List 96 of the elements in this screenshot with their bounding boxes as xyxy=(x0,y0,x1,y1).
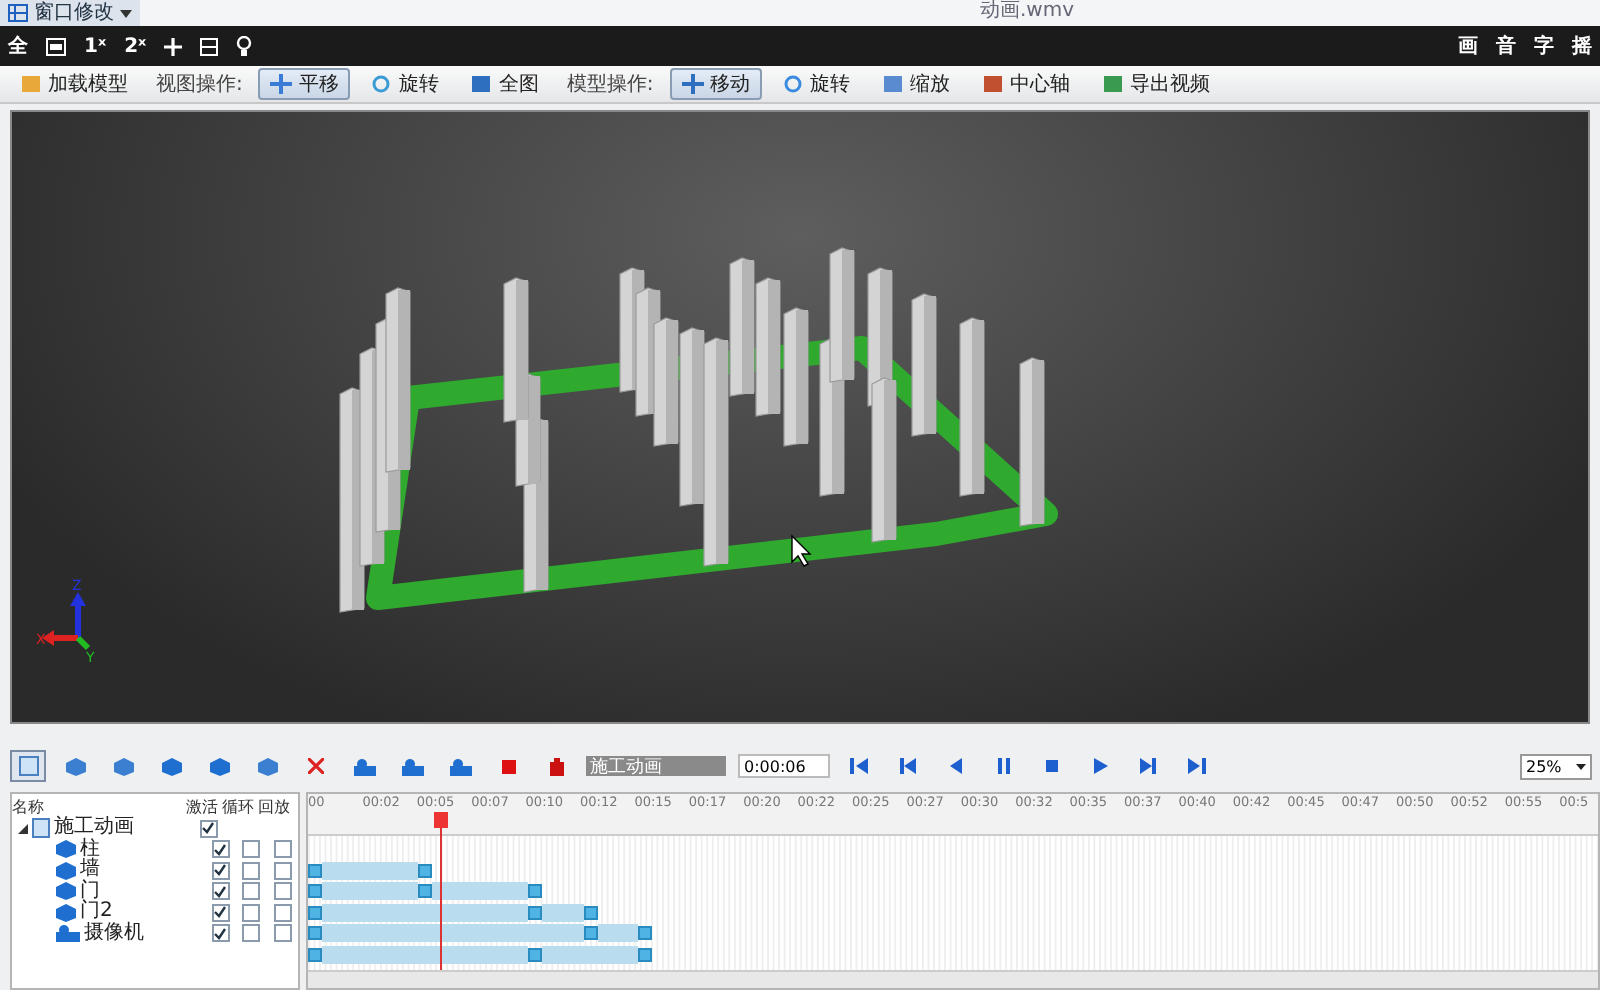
keyframe-marker[interactable] xyxy=(308,863,322,877)
camera-icon xyxy=(401,757,423,775)
screen-icon[interactable] xyxy=(46,37,66,55)
toolbar-button[interactable]: 移动 xyxy=(669,68,762,100)
quick-toolbar-item[interactable]: 2ˣ xyxy=(124,35,147,57)
column-header: 名称 xyxy=(12,795,44,817)
time-field[interactable]: 0:00:06 xyxy=(738,754,830,778)
plus-icon[interactable] xyxy=(164,37,183,55)
checkbox[interactable] xyxy=(211,924,230,943)
keyframe-marker[interactable] xyxy=(638,947,653,961)
toolbar-button[interactable]: 旋转 xyxy=(358,68,451,100)
quick-toolbar-item[interactable]: 摇 xyxy=(1572,32,1592,60)
mouse-pointer-icon xyxy=(791,534,812,567)
fit-view-icon xyxy=(470,74,493,94)
rotate-icon xyxy=(370,74,393,94)
cube-icon xyxy=(258,757,278,775)
quick-toolbar-item[interactable]: 音 xyxy=(1496,32,1516,60)
checkbox[interactable] xyxy=(273,924,292,943)
cube-icon xyxy=(66,757,86,775)
tree-item-label[interactable]: 摄像机 xyxy=(84,923,144,944)
camera-icon xyxy=(449,757,471,775)
checkbox[interactable] xyxy=(273,882,292,901)
checkbox[interactable] xyxy=(211,903,230,922)
keyframe-marker[interactable] xyxy=(528,884,543,898)
lightbulb-icon[interactable] xyxy=(236,36,253,56)
pause-icon xyxy=(994,758,1014,774)
checkbox[interactable] xyxy=(273,840,292,859)
keyframe-marker[interactable] xyxy=(308,884,322,898)
toolbar-button[interactable]: 中心轴 xyxy=(969,68,1082,100)
document-icon xyxy=(17,756,39,776)
tree-item-label[interactable]: 施工动画 xyxy=(54,818,134,839)
pan-icon xyxy=(270,74,293,94)
checkbox[interactable] xyxy=(211,861,230,880)
playhead-line xyxy=(440,828,443,970)
checkbox[interactable] xyxy=(242,840,261,859)
tree-item-label[interactable]: 门2 xyxy=(80,902,113,923)
window-menu[interactable]: 窗口修改 xyxy=(0,0,140,26)
checkbox[interactable] xyxy=(273,861,292,880)
window-title: 动画.wmv xyxy=(980,0,1075,24)
keyframe-marker[interactable] xyxy=(528,947,543,961)
quick-toolbar-item[interactable]: 画 xyxy=(1458,32,1478,60)
keyframe-marker[interactable] xyxy=(528,905,543,919)
keyframe-marker[interactable] xyxy=(308,926,322,940)
scale-icon xyxy=(881,74,904,94)
document-icon xyxy=(32,818,50,839)
toolbar-button[interactable]: 旋转 xyxy=(769,68,862,100)
axis-icon xyxy=(981,74,1004,94)
checkbox[interactable] xyxy=(199,819,217,838)
keyframe-marker[interactable] xyxy=(308,947,322,961)
quick-toolbar-item[interactable]: 字 xyxy=(1534,32,1554,60)
stop-icon xyxy=(1042,758,1062,774)
stop-icon xyxy=(501,759,515,773)
checkbox[interactable] xyxy=(211,840,230,859)
zoom-dropdown[interactable]: 25% xyxy=(1520,753,1592,779)
caret-icon xyxy=(120,9,132,17)
toolbar-label: 模型操作: xyxy=(564,71,656,98)
column-header: 回放 xyxy=(258,795,290,817)
column-header: 循环 xyxy=(222,795,254,817)
checkbox[interactable] xyxy=(242,903,261,922)
camera-icon xyxy=(353,757,375,775)
toolbar-button[interactable]: 全图 xyxy=(458,68,551,100)
toolbar-button[interactable]: 缩放 xyxy=(869,68,962,100)
tree-item-label[interactable]: 墙 xyxy=(80,860,100,881)
toolbar-button[interactable]: 导出视频 xyxy=(1089,68,1222,100)
quick-toolbar-item[interactable]: 全 xyxy=(8,32,28,60)
tree-item-label[interactable]: 柱 xyxy=(80,839,100,860)
cube-icon xyxy=(162,757,182,775)
camera-icon xyxy=(56,924,80,943)
quick-toolbar-item[interactable]: 1ˣ xyxy=(84,35,107,57)
move-icon xyxy=(681,74,704,94)
checkbox[interactable] xyxy=(242,861,261,880)
caret-icon xyxy=(1576,763,1586,769)
toolbar-label: 视图操作: xyxy=(154,71,245,98)
folder-icon xyxy=(20,74,42,94)
keyframe-marker[interactable] xyxy=(308,905,322,919)
toolbar-button[interactable]: 平移 xyxy=(258,68,351,100)
grid-icon xyxy=(8,4,28,22)
horizontal-scrollbar[interactable] xyxy=(308,970,1598,988)
column-header: 激活 xyxy=(186,795,218,817)
checkbox[interactable] xyxy=(211,882,230,901)
cube-icon xyxy=(114,757,134,775)
playhead-handle[interactable] xyxy=(434,812,449,828)
close-icon xyxy=(308,758,324,774)
cube-icon xyxy=(210,757,230,775)
toolbar-button[interactable]: 加载模型 xyxy=(8,68,140,100)
panel-icon[interactable] xyxy=(200,37,219,55)
expand-arrow-icon[interactable] xyxy=(18,823,28,834)
rotate-icon xyxy=(781,74,804,94)
tree-item-label[interactable]: 门 xyxy=(80,881,100,902)
keyframe-marker[interactable] xyxy=(638,926,653,940)
add-animation-button[interactable] xyxy=(10,750,46,782)
checkbox[interactable] xyxy=(242,882,261,901)
video-icon xyxy=(1101,74,1124,94)
checkbox[interactable] xyxy=(242,924,261,943)
trash-icon xyxy=(549,757,563,775)
checkbox[interactable] xyxy=(273,903,292,922)
